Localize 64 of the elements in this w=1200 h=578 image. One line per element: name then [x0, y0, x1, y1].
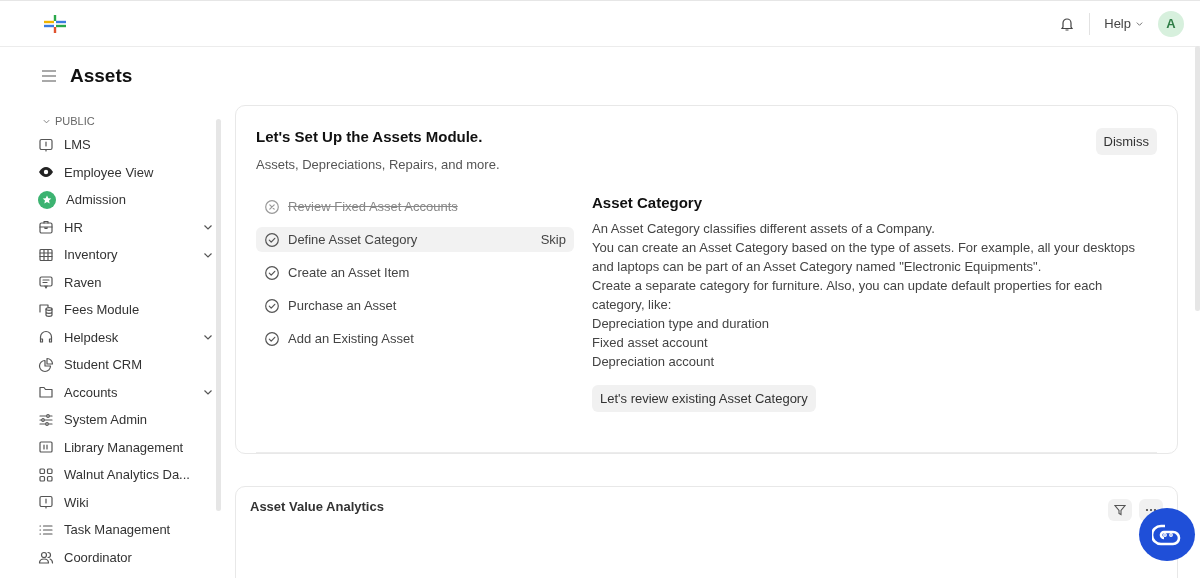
card-title: Let's Set Up the Assets Module.: [256, 128, 484, 145]
sidebar-item[interactable]: Helpdesk: [36, 323, 214, 351]
book-icon: [38, 494, 54, 511]
pie-chart-icon: [38, 356, 54, 373]
sidebar-item[interactable]: Student CRM: [36, 351, 214, 379]
sidebar-item[interactable]: Wiki: [36, 488, 214, 516]
sliders-icon: [38, 411, 54, 428]
book-icon: [38, 136, 54, 153]
sidebar-item[interactable]: Task Management: [36, 516, 214, 544]
onboarding-step[interactable]: Review Fixed Asset Accounts: [256, 194, 574, 219]
sidebar-item[interactable]: Raven: [36, 268, 214, 296]
sidebar-item[interactable]: Library Management: [36, 433, 214, 461]
help-menu[interactable]: Help: [1104, 16, 1144, 31]
detail-title: Asset Category: [592, 194, 704, 211]
user-avatar[interactable]: A: [1158, 10, 1184, 37]
chat-button[interactable]: [1139, 508, 1195, 561]
more-icon: [1145, 508, 1157, 512]
bell-icon[interactable]: [1059, 15, 1076, 32]
filter-button[interactable]: [1108, 499, 1132, 521]
sidebar-item[interactable]: Admission: [36, 186, 214, 214]
detail-text: You can create an Asset Category based on the type of assets. For example, all your desktops and laptops can be part of an Asset Category named "Electronic Equipments".: [592, 239, 1136, 276]
sidebar-item[interactable]: Employee View: [36, 158, 214, 186]
onboarding-step[interactable]: Create an Asset Item: [256, 260, 574, 285]
sidebar-item[interactable]: Fees Module: [36, 296, 214, 324]
filter-icon: [1114, 504, 1126, 516]
check-circle-icon: [264, 264, 280, 281]
users-icon: [38, 549, 54, 566]
detail-text: An Asset Category classifies different assets of a Company.: [592, 220, 936, 238]
onboarding-step[interactable]: Define Asset Category Skip: [256, 227, 574, 252]
library-icon: [38, 439, 54, 456]
briefcase-icon: [38, 219, 54, 236]
detail-text: Fixed asset account: [592, 334, 709, 352]
section-header[interactable]: PUBLIC: [36, 113, 214, 129]
logo-icon[interactable]: [42, 13, 68, 34]
check-circle-icon: [264, 330, 280, 347]
review-button[interactable]: Let's review existing Asset Category: [592, 385, 816, 412]
dismiss-button[interactable]: Dismiss: [1095, 128, 1157, 155]
chart-title: Asset Value Analytics: [250, 499, 385, 514]
headset-icon: [38, 329, 54, 346]
sidebar-item[interactable]: System Admin: [36, 406, 214, 434]
sidebar-item[interactable]: Inventory: [36, 241, 214, 269]
sidebar-item[interactable]: Coordinator: [36, 543, 214, 571]
database-icon: [38, 301, 54, 318]
folder-icon: [38, 384, 54, 401]
check-circle-icon: [264, 231, 280, 248]
message-icon: [38, 274, 54, 291]
grid-icon: [38, 466, 54, 483]
skip-link[interactable]: Skip: [540, 232, 566, 247]
x-circle-icon: [264, 198, 280, 215]
sidebar-item[interactable]: Walnut Analytics Da...: [36, 461, 214, 489]
chat-bot-icon: [1152, 522, 1182, 547]
onboarding-step[interactable]: Add an Existing Asset: [256, 326, 574, 351]
detail-text: Create a separate category for furniture. Also, you can update default properties for each category, like:: [592, 277, 1104, 314]
onboarding-step[interactable]: Purchase an Asset: [256, 293, 574, 318]
detail-text: Depreciation type and duration: [592, 315, 771, 333]
page-title: Assets: [70, 65, 133, 87]
sidebar-item[interactable]: Accounts: [36, 378, 214, 406]
check-circle-icon: [264, 297, 280, 314]
sidebar-item[interactable]: LMS: [36, 131, 214, 159]
sidebar-item[interactable]: HR: [36, 213, 214, 241]
card-subtitle: Assets, Depreciations, Repairs, and more.: [256, 157, 501, 172]
caret-icon: [1135, 19, 1144, 28]
detail-text: Depreciation account: [592, 353, 716, 371]
table-icon: [38, 246, 54, 263]
